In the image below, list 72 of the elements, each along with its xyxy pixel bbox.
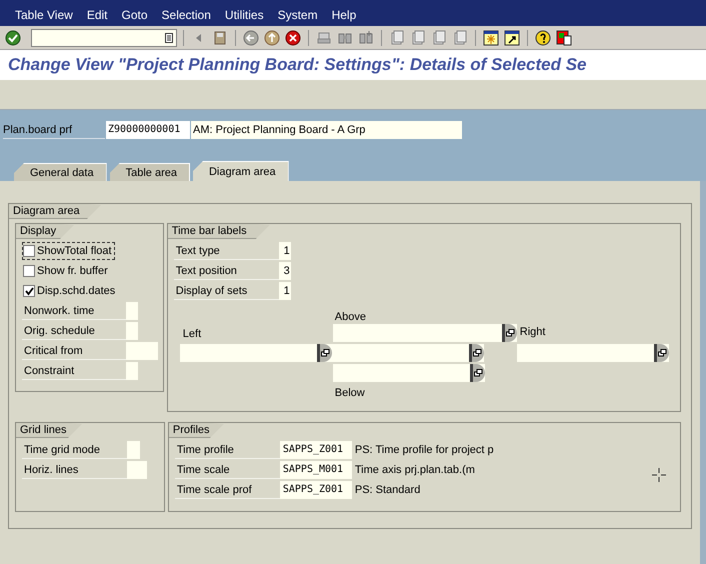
crosshair-icon [651, 467, 667, 483]
input-field[interactable] [126, 342, 158, 360]
checkbox-label: Show fr. buffer [37, 264, 108, 279]
input-field[interactable]: SAPPS_Z001 [280, 481, 352, 499]
input-field[interactable] [126, 302, 138, 320]
field-label: Plan.board prf [3, 121, 105, 139]
window-title: Change View "Project Planning Board: Settings": Details of Selected Se [8, 54, 586, 76]
checkmark-icon[interactable] [4, 28, 22, 46]
field-label: Time scale [174, 461, 280, 479]
checkbox[interactable] [23, 245, 35, 257]
input-field[interactable] [516, 344, 669, 362]
field-label: Time scale prof [174, 481, 280, 499]
checkbox-label: ShowTotal float [37, 244, 112, 259]
tab[interactable]: Diagram area [192, 161, 289, 181]
group-title: Diagram area [9, 204, 101, 219]
position-label: Below [334, 387, 365, 399]
field-label: Display of sets [174, 282, 279, 300]
checkbox[interactable] [23, 285, 35, 297]
checkbox[interactable] [23, 265, 35, 277]
input-field[interactable] [332, 344, 484, 362]
dropdown-icon[interactable] [654, 344, 669, 362]
dropdown-icon[interactable] [468, 344, 484, 362]
input-field[interactable]: SAPPS_Z001 [280, 441, 352, 459]
input-field[interactable] [127, 441, 140, 459]
group-title: Grid lines [16, 423, 82, 438]
menu-item[interactable]: Selection [158, 8, 214, 22]
menu-item[interactable]: Help [328, 8, 360, 22]
menu-item[interactable]: Edit [84, 8, 111, 22]
input-field[interactable]: 3 [278, 262, 291, 280]
description-text: Time axis prj.plan.tab.(m [354, 462, 475, 478]
input-field[interactable] [332, 364, 485, 382]
input-field[interactable] [180, 344, 332, 362]
field-label: Time profile [174, 441, 280, 459]
binoculars-plus-icon[interactable] [357, 28, 375, 46]
dropdown-icon[interactable] [502, 324, 517, 342]
tab[interactable]: General data [14, 163, 107, 181]
tab[interactable]: Table area [110, 163, 190, 181]
description-text: PS: Standard [354, 482, 420, 498]
description-field: AM: Project Planning Board - A Grp [191, 121, 462, 139]
exit-icon[interactable] [263, 28, 281, 46]
input-field[interactable] [127, 461, 147, 479]
group-title: Profiles [168, 423, 224, 438]
checkbox-label: Disp.schd.dates [37, 284, 116, 299]
input-field[interactable] [126, 362, 138, 380]
group-title: Display [16, 224, 74, 239]
input-field[interactable]: SAPPS_M001 [280, 461, 352, 479]
field-label: Text type [174, 242, 279, 260]
menu-item[interactable]: System [274, 8, 321, 22]
menu-item[interactable]: Utilities [222, 8, 267, 22]
input-field[interactable] [332, 324, 517, 342]
dropdown-icon[interactable] [470, 364, 485, 382]
position-label: Above [334, 311, 366, 323]
input-field[interactable] [126, 322, 138, 340]
cancel-icon[interactable] [284, 28, 302, 46]
description-text: PS: Time profile for project p [354, 442, 494, 458]
profile-field[interactable]: Z90000000001 [106, 121, 190, 139]
position-label: Left [182, 328, 202, 340]
help-icon[interactable] [534, 28, 552, 46]
history-icon[interactable] [165, 32, 173, 42]
back-icon[interactable] [242, 28, 260, 46]
menu-item[interactable]: Goto [118, 8, 151, 22]
group-title: Time bar labels [168, 224, 270, 239]
layout-icon[interactable] [555, 28, 573, 46]
field-label: Text position [174, 262, 279, 280]
input-field[interactable]: 1 [278, 282, 291, 300]
position-label: Right [518, 325, 546, 340]
menu-item[interactable]: Table View [12, 8, 76, 22]
shortcut-icon[interactable] [503, 28, 521, 46]
input-field[interactable]: 1 [278, 242, 291, 260]
dropdown-icon[interactable] [316, 344, 332, 362]
new-window-icon[interactable] [482, 28, 500, 46]
command-field[interactable] [31, 28, 177, 46]
